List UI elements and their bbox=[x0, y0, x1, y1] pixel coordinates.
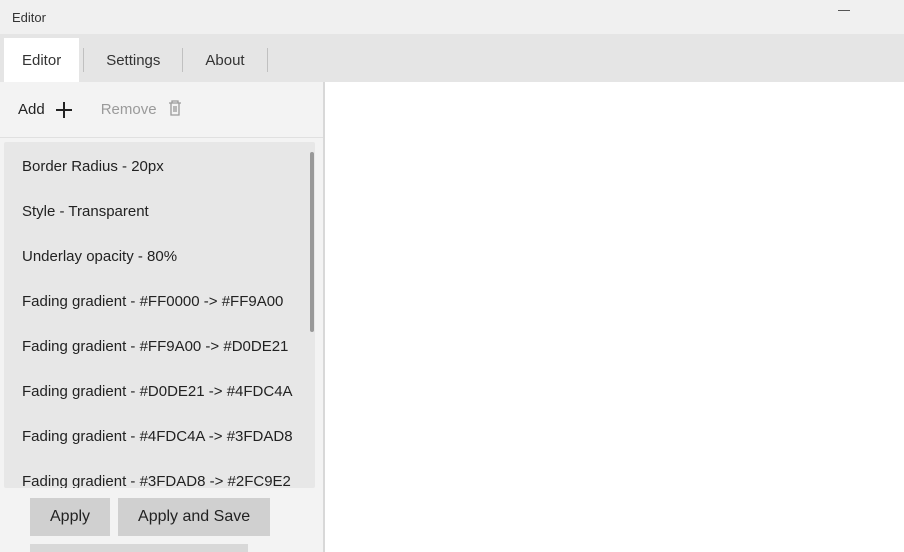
settings-list: Border Radius - 20px Style - Transparent… bbox=[4, 142, 315, 488]
apply-save-button[interactable]: Apply and Save bbox=[118, 498, 270, 536]
window-title: Editor bbox=[12, 10, 46, 25]
tab-divider bbox=[83, 48, 84, 72]
list-item[interactable]: Style - Transparent bbox=[4, 189, 315, 234]
action-row: Apply Apply and Save bbox=[0, 492, 323, 544]
list-item[interactable]: Border Radius - 20px bbox=[4, 144, 315, 189]
add-label: Add bbox=[18, 101, 45, 118]
list-item[interactable]: Fading gradient - #FF9A00 -> #D0DE21 bbox=[4, 324, 315, 369]
minimize-icon[interactable] bbox=[838, 10, 850, 11]
scrollbar[interactable] bbox=[310, 152, 314, 332]
tab-about[interactable]: About bbox=[187, 38, 262, 82]
apply-button[interactable]: Apply bbox=[30, 498, 110, 536]
remove-button[interactable]: Remove bbox=[101, 99, 183, 121]
list-wrap: Border Radius - 20px Style - Transparent… bbox=[0, 138, 323, 492]
trash-icon bbox=[167, 99, 183, 121]
list-items: Border Radius - 20px Style - Transparent… bbox=[4, 142, 315, 488]
main-area bbox=[325, 82, 904, 552]
add-button[interactable]: Add bbox=[18, 101, 73, 119]
ghost-button[interactable] bbox=[30, 544, 248, 552]
titlebar: Editor bbox=[0, 0, 904, 34]
panel-toolbar: Add Remove bbox=[0, 82, 323, 138]
list-item[interactable]: Fading gradient - #4FDC4A -> #3FDAD8 bbox=[4, 414, 315, 459]
tab-divider bbox=[182, 48, 183, 72]
list-item[interactable]: Fading gradient - #3FDAD8 -> #2FC9E2 bbox=[4, 459, 315, 488]
plus-icon bbox=[55, 101, 73, 119]
action-row-secondary bbox=[0, 544, 323, 552]
tab-divider bbox=[267, 48, 268, 72]
list-item[interactable]: Fading gradient - #FF0000 -> #FF9A00 bbox=[4, 279, 315, 324]
tab-settings[interactable]: Settings bbox=[88, 38, 178, 82]
tab-editor[interactable]: Editor bbox=[4, 38, 79, 82]
tabstrip: Editor Settings About bbox=[0, 34, 904, 82]
list-item[interactable]: Underlay opacity - 80% bbox=[4, 234, 315, 279]
list-item[interactable]: Fading gradient - #D0DE21 -> #4FDC4A bbox=[4, 369, 315, 414]
remove-label: Remove bbox=[101, 101, 157, 118]
left-panel: Add Remove Border Radius - 20px Style - … bbox=[0, 82, 325, 552]
content: Add Remove Border Radius - 20px Style - … bbox=[0, 82, 904, 552]
